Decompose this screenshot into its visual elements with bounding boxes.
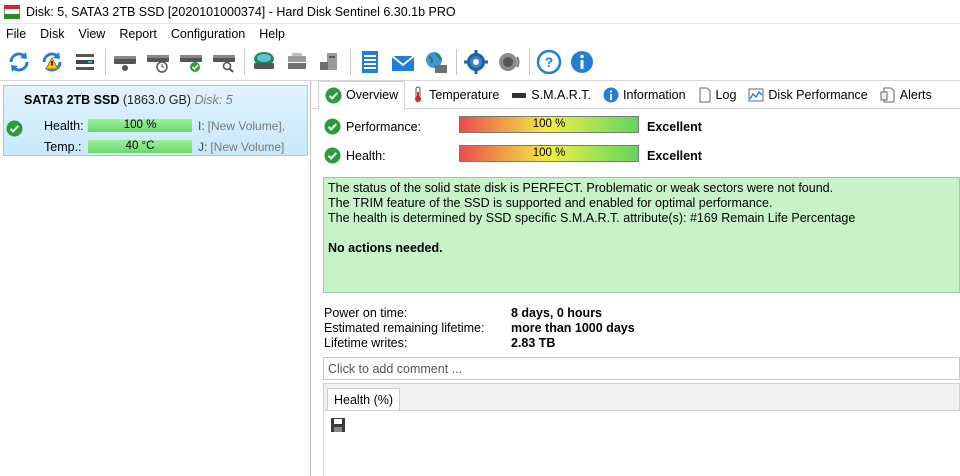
- help-icon[interactable]: ?: [534, 47, 564, 77]
- volume-i[interactable]: I: [New Volume],: [198, 119, 285, 133]
- lifetime-value: more than 1000 days: [511, 321, 635, 335]
- disk-search-icon[interactable]: [209, 47, 239, 77]
- tab-health-graph[interactable]: Health (%): [327, 388, 401, 411]
- performance-rating: Excellent: [647, 120, 702, 134]
- disk-card[interactable]: SATA3 2TB SSD (1863.0 GB) Disk: 5 Health…: [3, 85, 308, 156]
- menu-report[interactable]: Report: [112, 27, 164, 41]
- gear-icon[interactable]: [461, 47, 491, 77]
- disk-clock-icon[interactable]: [143, 47, 173, 77]
- menu-file[interactable]: File: [0, 27, 33, 41]
- health-bar: 100 %: [459, 145, 639, 162]
- disk-check-icon[interactable]: [176, 47, 206, 77]
- window-title: Disk: 5, SATA3 2TB SSD [2020101000374] -…: [26, 4, 456, 19]
- save-icon[interactable]: [330, 417, 346, 436]
- thermometer-icon: [411, 86, 425, 103]
- app-flag-icon: [4, 4, 20, 19]
- health-ok-icon: [324, 147, 341, 167]
- tab-bar: Overview Temperature S.M.A.R.T. Informat…: [312, 80, 960, 110]
- status-box: The status of the solid state disk is PE…: [323, 177, 960, 293]
- graph-body: [324, 411, 960, 476]
- drive-icon: [511, 88, 527, 102]
- lifetime-label: Estimated remaining lifetime:: [324, 321, 485, 335]
- toolbar-separator: [529, 49, 530, 75]
- tab-information[interactable]: Information: [597, 81, 692, 109]
- writes-value: 2.83 TB: [511, 336, 556, 350]
- mail-icon[interactable]: [388, 47, 418, 77]
- tab-disk-performance[interactable]: Disk Performance: [742, 81, 873, 109]
- check-icon: [325, 87, 342, 104]
- power-on-label: Power on time:: [324, 306, 408, 320]
- menu-view[interactable]: View: [71, 27, 112, 41]
- tab-temperature[interactable]: Temperature: [405, 81, 505, 109]
- status-ok-icon: [6, 120, 23, 140]
- svg-text:?: ?: [545, 54, 554, 70]
- title-bar: Disk: 5, SATA3 2TB SSD [2020101000374] -…: [0, 0, 960, 24]
- toolbar-separator: [105, 49, 106, 75]
- power-on-value: 8 days, 0 hours: [511, 306, 603, 320]
- tab-overview[interactable]: Overview: [318, 80, 406, 110]
- comment-input[interactable]: Click to add comment ...: [323, 357, 960, 380]
- document-icon: [698, 87, 712, 103]
- health-label: Health:: [44, 119, 84, 133]
- speaker-icon[interactable]: [494, 47, 524, 77]
- notepad-icon[interactable]: [355, 47, 385, 77]
- tab-log[interactable]: Log: [692, 81, 743, 109]
- temperature-label: Temp.:: [44, 140, 82, 154]
- info-icon: [603, 87, 619, 103]
- disk-title: SATA3 2TB SSD (1863.0 GB) Disk: 5: [24, 93, 233, 107]
- menu-help[interactable]: Help: [252, 27, 292, 41]
- disk-network-icon[interactable]: [315, 47, 345, 77]
- refresh-warning-icon[interactable]: [37, 47, 67, 77]
- disk-name: SATA3 2TB SSD: [24, 93, 120, 107]
- status-line: The status of the solid state disk is PE…: [328, 181, 834, 195]
- status-line: The health is determined by SSD specific…: [328, 211, 856, 225]
- chart-icon: [748, 88, 764, 102]
- disk-list-panel: SATA3 2TB SSD (1863.0 GB) Disk: 5 Health…: [0, 81, 311, 476]
- status-action: No actions needed.: [328, 241, 443, 255]
- menu-disk[interactable]: Disk: [33, 27, 71, 41]
- tab-alerts[interactable]: Alerts: [874, 81, 938, 109]
- info-icon[interactable]: [567, 47, 597, 77]
- scan-icon[interactable]: [249, 47, 279, 77]
- status-line: The TRIM feature of the SSD is supported…: [328, 196, 773, 210]
- toolbar-separator: [350, 49, 351, 75]
- globe-icon[interactable]: [421, 47, 451, 77]
- writes-label: Lifetime writes:: [324, 336, 408, 350]
- tab-smart[interactable]: S.M.A.R.T.: [505, 81, 597, 109]
- toolbar-separator: [244, 49, 245, 75]
- disk-size: (1863.0 GB): [122, 93, 191, 107]
- toolbar-separator: [456, 49, 457, 75]
- menu-configuration[interactable]: Configuration: [164, 27, 252, 41]
- health-rating: Excellent: [647, 149, 702, 163]
- disk-number: Disk: 5: [194, 93, 233, 107]
- refresh-icon[interactable]: [4, 47, 34, 77]
- disk-stack-icon[interactable]: [282, 47, 312, 77]
- performance-ok-icon: [324, 118, 341, 138]
- health-bar: 100 %: [88, 119, 192, 132]
- alert-list-icon: [880, 87, 896, 103]
- disk-icon[interactable]: [110, 47, 140, 77]
- graph-area: Health (%): [323, 383, 960, 476]
- volume-j[interactable]: J: [New Volume]: [198, 140, 284, 154]
- health-label: Health:: [346, 149, 386, 163]
- temperature-bar: 40 °C: [88, 140, 192, 153]
- toolbar: ?: [0, 44, 960, 81]
- performance-bar: 100 %: [459, 116, 639, 133]
- disk-list-icon[interactable]: [70, 47, 100, 77]
- performance-label: Performance:: [346, 120, 422, 134]
- menu-bar: File Disk View Report Configuration Help: [0, 24, 960, 44]
